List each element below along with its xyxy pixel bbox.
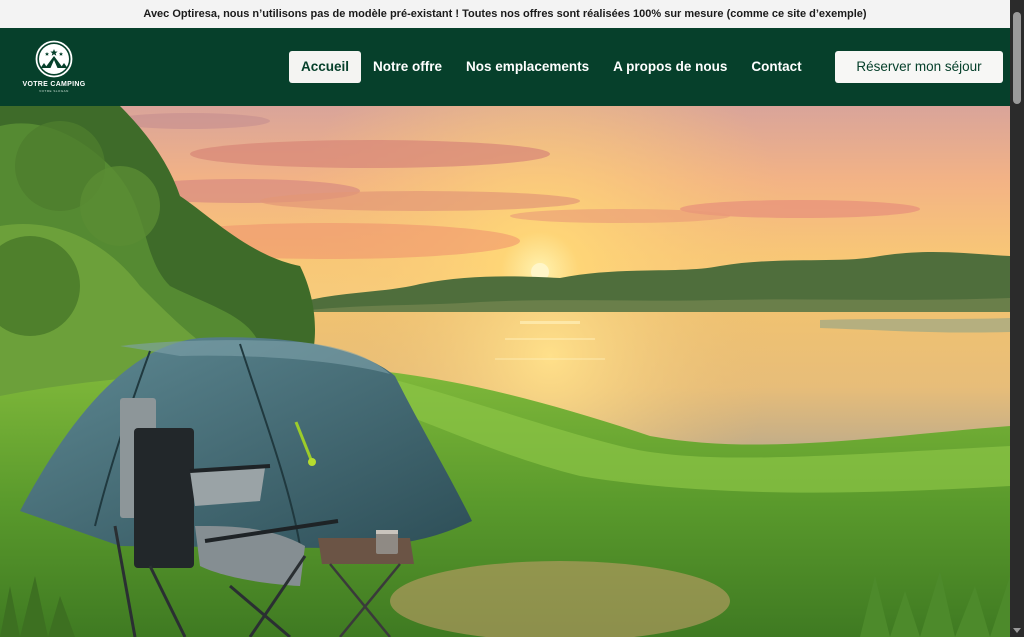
scrollbar-thumb[interactable] [1013, 12, 1021, 104]
page: Avec Optiresa, nous n’utilisons pas de m… [0, 0, 1024, 637]
main-nav: Accueil Notre offre Nos emplacements A p… [289, 51, 814, 83]
page-content: Avec Optiresa, nous n’utilisons pas de m… [0, 0, 1010, 637]
logo-subtitle: VOTRE SLOGAN [39, 89, 69, 93]
tent-stars-icon [35, 40, 73, 78]
nav-item-contact[interactable]: Contact [739, 51, 813, 83]
nav-item-accueil[interactable]: Accueil [289, 51, 362, 83]
announcement-text: Avec Optiresa, nous n’utilisons pas de m… [143, 8, 867, 20]
page-scrollbar[interactable] [1010, 0, 1024, 637]
logo[interactable]: VOTRE CAMPING VOTRE SLOGAN [20, 40, 88, 96]
site-header: VOTRE CAMPING VOTRE SLOGAN Accueil Notre… [0, 28, 1010, 106]
hero-image [0, 106, 1010, 637]
nav-item-notre-offre[interactable]: Notre offre [361, 51, 454, 83]
scroll-down-icon[interactable] [1013, 628, 1021, 633]
sunset-camping-illustration [0, 106, 1010, 637]
book-stay-button[interactable]: Réserver mon séjour [835, 51, 1003, 83]
nav-item-nos-emplacements[interactable]: Nos emplacements [454, 51, 601, 83]
nav-item-a-propos[interactable]: A propos de nous [601, 51, 739, 83]
announcement-bar: Avec Optiresa, nous n’utilisons pas de m… [0, 0, 1010, 28]
logo-title: VOTRE CAMPING [22, 81, 86, 88]
